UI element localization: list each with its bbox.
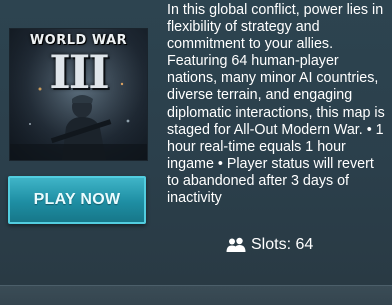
next-card-edge <box>0 285 392 305</box>
cover-numeral: III <box>49 45 110 99</box>
game-card: WORLD WAR III PLAY NOW In this global co… <box>0 0 392 285</box>
play-now-button[interactable]: PLAY NOW <box>8 176 146 224</box>
slots-indicator: Slots: 64 <box>226 234 313 256</box>
users-icon <box>226 237 246 253</box>
play-now-label: PLAY NOW <box>33 191 121 208</box>
game-description: In this global conflict, power lies in f… <box>167 2 385 207</box>
slots-label: Slots: 64 <box>251 236 314 253</box>
game-cover-image[interactable]: WORLD WAR III <box>9 28 148 161</box>
